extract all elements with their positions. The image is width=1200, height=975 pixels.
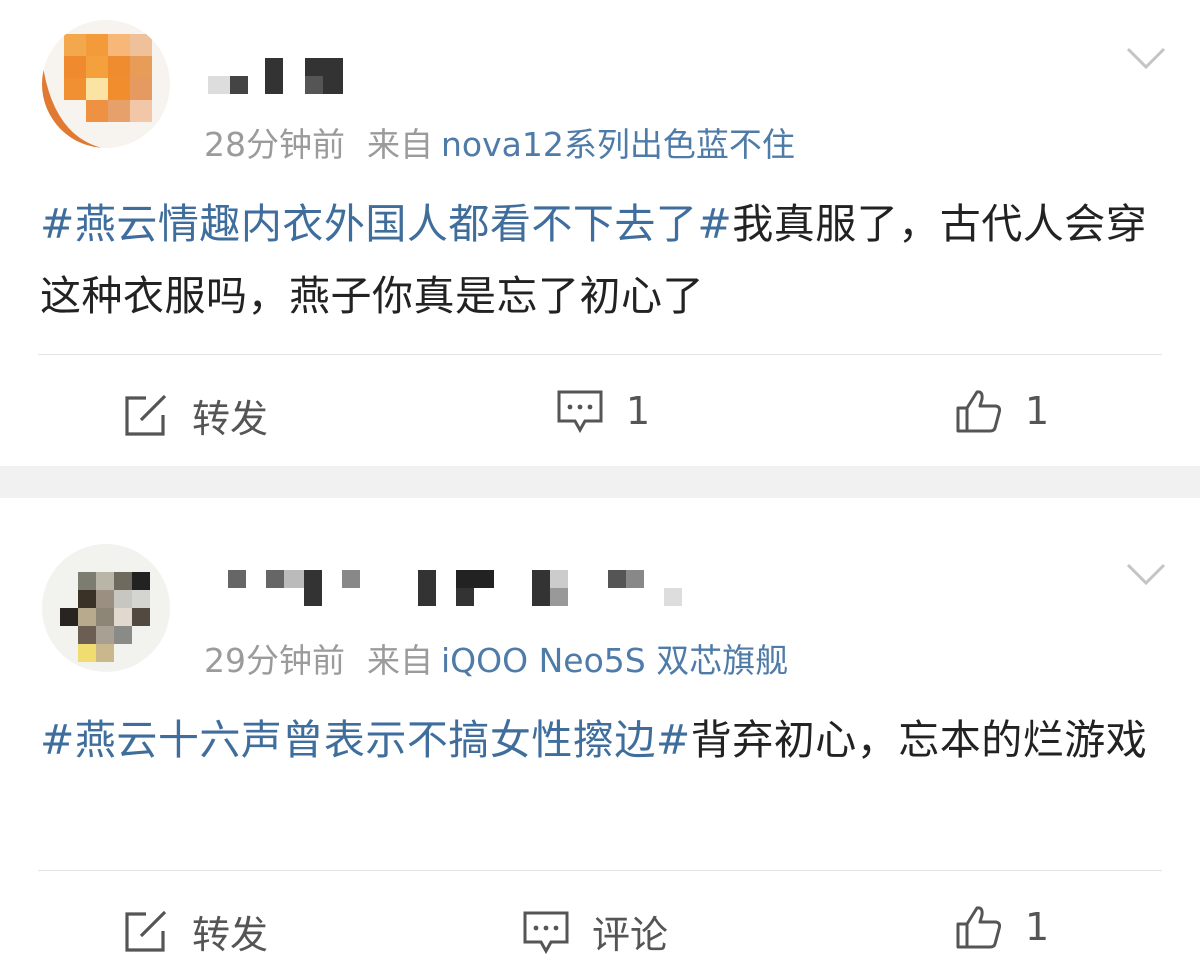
chevron-down-icon[interactable] (1126, 46, 1166, 70)
post-card: 29分钟前 来自 iQOO Neo5S 双芯旗舰 #燕云十六声曾表示不搞女性擦边#背… (0, 498, 1200, 975)
hashtag-link[interactable]: #燕云情趣内衣外国人都看不下去了# (40, 200, 732, 248)
repost-label: 转发 (192, 397, 269, 441)
comment-button[interactable]: 评论 (522, 904, 668, 959)
source-prefix: 来自 (367, 125, 433, 164)
like-count: 1 (1025, 389, 1050, 433)
edit-square-icon (125, 910, 167, 952)
thumbs-up-icon (956, 906, 1002, 949)
thumbs-up-icon (956, 390, 1002, 433)
like-button[interactable]: 1 (955, 388, 1049, 434)
repost-button[interactable]: 转发 (122, 904, 268, 959)
post-meta: 28分钟前 来自 nova12系列出色蓝不住 (204, 118, 795, 166)
hashtag-link[interactable]: #燕云十六声曾表示不搞女性擦边# (40, 716, 691, 764)
divider (38, 870, 1162, 871)
post-card: 28分钟前 来自 nova12系列出色蓝不住 #燕云情趣内衣外国人都看不下去了#我真… (0, 0, 1200, 466)
source-prefix: 来自 (367, 641, 433, 680)
divider (38, 354, 1162, 355)
repost-button[interactable]: 转发 (122, 388, 268, 443)
comment-bubble-icon (557, 390, 603, 434)
post-body: 背弃初心，忘本的烂游戏 (690, 716, 1148, 764)
post-time: 28分钟前 (204, 125, 345, 164)
like-button[interactable]: 1 (955, 904, 1049, 950)
post-text: #燕云情趣内衣外国人都看不下去了#我真服了，古代人会穿这种衣服吗，燕子你真是忘了… (40, 188, 1160, 332)
comment-button[interactable]: 1 (556, 388, 650, 434)
comment-bubble-icon (523, 911, 569, 954)
device-link[interactable]: iQOO Neo5S 双芯旗舰 (441, 641, 788, 680)
comment-count: 1 (626, 389, 651, 433)
repost-label: 转发 (192, 913, 269, 957)
avatar[interactable] (42, 544, 170, 672)
post-time: 29分钟前 (204, 641, 345, 680)
device-link[interactable]: nova12系列出色蓝不住 (441, 125, 795, 164)
edit-square-icon (125, 394, 167, 436)
post-meta: 29分钟前 来自 iQOO Neo5S 双芯旗舰 (204, 634, 788, 682)
avatar[interactable] (42, 20, 170, 148)
post-text: #燕云十六声曾表示不搞女性擦边#背弃初心，忘本的烂游戏 (40, 704, 1160, 776)
chevron-down-icon[interactable] (1126, 562, 1166, 586)
comment-label: 评论 (592, 913, 669, 957)
like-count: 1 (1025, 905, 1050, 949)
